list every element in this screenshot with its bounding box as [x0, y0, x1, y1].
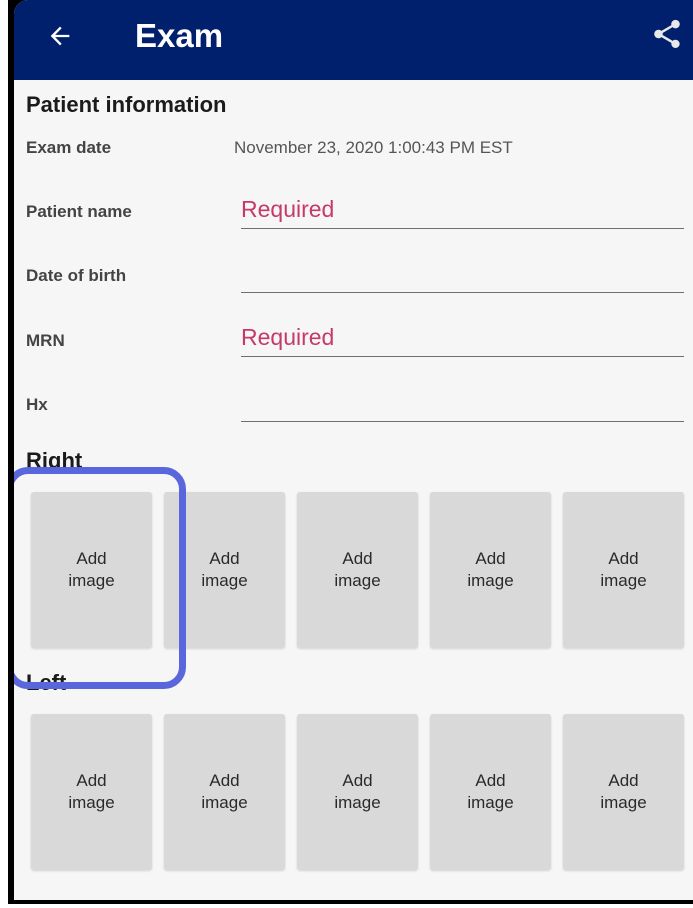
left-add-image-tile[interactable]: Add image — [430, 714, 551, 870]
highlight-callout — [14, 467, 186, 689]
tile-label: Add image — [467, 771, 514, 812]
right-add-image-tile[interactable]: Add image — [297, 492, 418, 648]
patient-name-label: Patient name — [26, 202, 132, 221]
exam-date-value: November 23, 2020 1:00:43 PM EST — [234, 138, 513, 157]
tile-label: Add image — [467, 549, 514, 590]
mrn-field[interactable]: Required — [241, 321, 684, 357]
left-add-image-tile[interactable]: Add image — [31, 714, 152, 870]
left-add-image-tile[interactable]: Add image — [164, 714, 285, 870]
date-of-birth-field[interactable] — [241, 257, 684, 293]
right-add-image-tile[interactable]: Add image — [563, 492, 684, 648]
mrn-placeholder: Required — [241, 324, 335, 350]
date-of-birth-label: Date of birth — [26, 266, 127, 285]
tile-label: Add image — [334, 549, 381, 590]
left-add-image-tile[interactable]: Add image — [297, 714, 418, 870]
hx-label: Hx — [26, 395, 48, 414]
tile-label: Add image — [201, 771, 248, 812]
share-icon — [654, 19, 680, 49]
tile-label: Add image — [334, 771, 381, 812]
exam-date-label: Exam date — [26, 138, 112, 157]
exam-screen: Exam Patient information Exam date Novem… — [14, 0, 693, 900]
app-bar: Exam — [14, 0, 693, 80]
patient-name-field[interactable]: Required — [241, 193, 684, 229]
page-title: Exam — [135, 17, 224, 54]
tile-label: Add image — [600, 771, 647, 812]
hx-field[interactable] — [241, 386, 684, 422]
patient-information-heading: Patient information — [26, 92, 227, 117]
back-button[interactable] — [40, 16, 80, 56]
mrn-label: MRN — [26, 331, 65, 350]
arrow-left-icon — [50, 26, 70, 46]
tile-label: Add image — [68, 771, 115, 812]
left-add-image-tile[interactable]: Add image — [563, 714, 684, 870]
right-add-image-tile[interactable]: Add image — [430, 492, 551, 648]
tile-label: Add image — [201, 549, 248, 590]
tile-label: Add image — [600, 549, 647, 590]
share-button[interactable] — [647, 14, 687, 54]
patient-name-placeholder: Required — [241, 196, 335, 222]
